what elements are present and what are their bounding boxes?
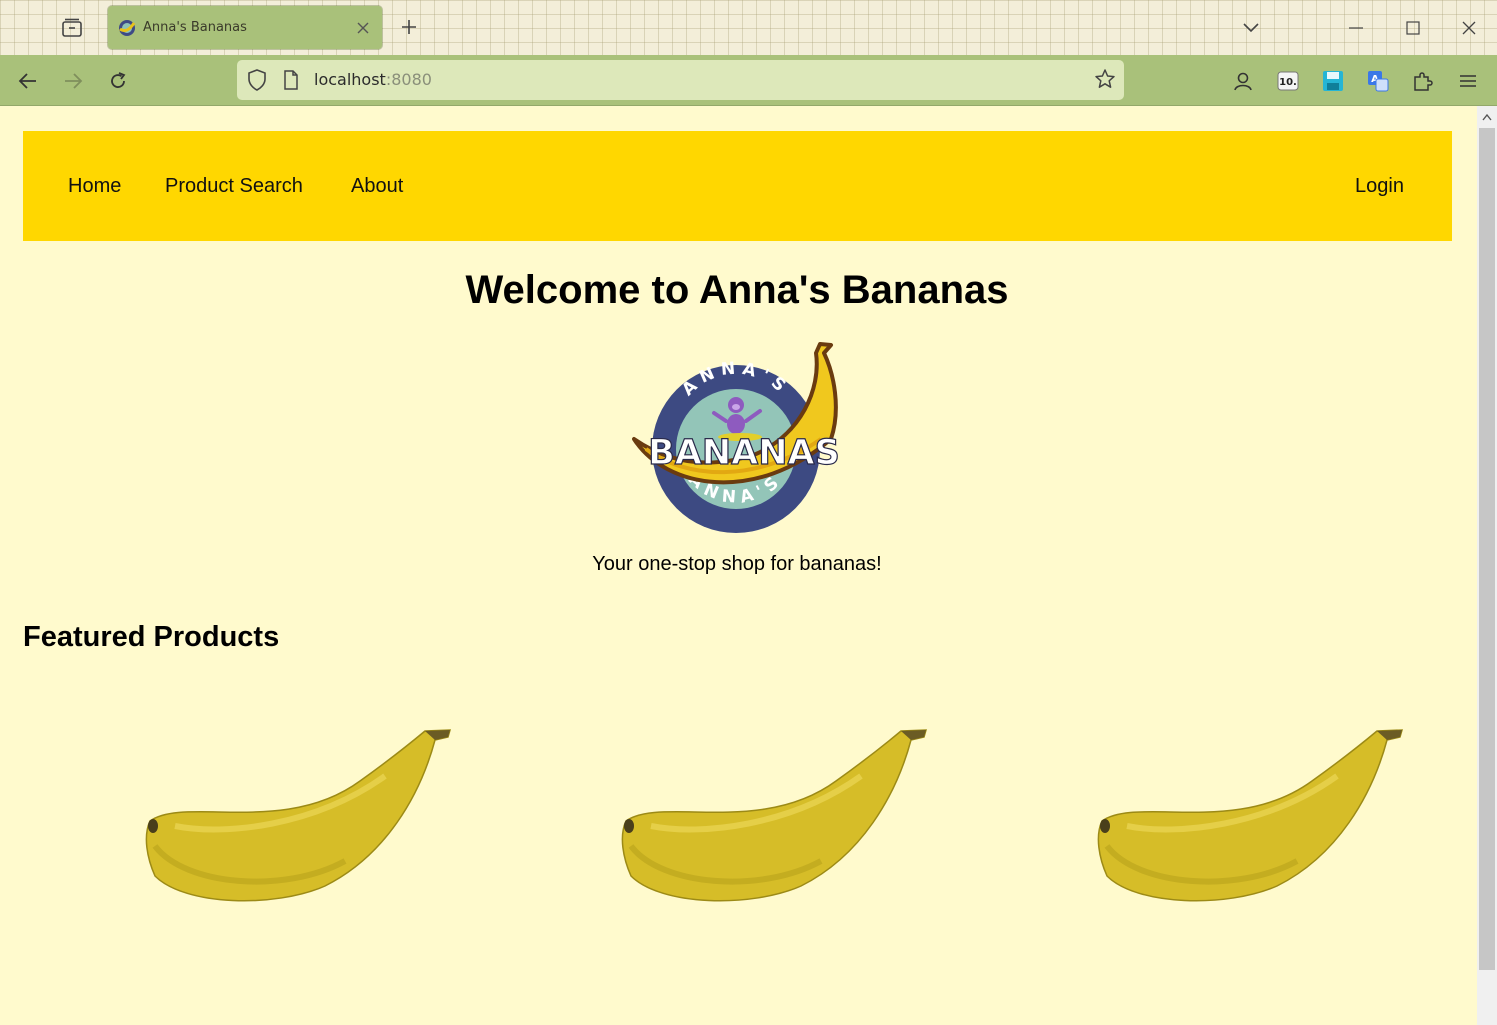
banana-product-image — [145, 729, 452, 902]
translate-extension-icon[interactable]: A — [1364, 67, 1392, 95]
ten-minute-mail-extension-icon[interactable]: 10. — [1274, 67, 1302, 95]
save-extension-icon[interactable] — [1319, 67, 1347, 95]
window-close-icon[interactable] — [1454, 13, 1484, 43]
featured-product-card[interactable] — [621, 726, 931, 906]
nav-login-link[interactable]: Login — [1355, 175, 1404, 198]
site-favicon-icon — [119, 19, 136, 36]
menu-hamburger-icon[interactable] — [1454, 67, 1482, 95]
back-icon[interactable] — [14, 67, 42, 95]
bookmark-star-icon[interactable] — [1094, 68, 1116, 90]
nav-product-search-link[interactable]: Product Search — [165, 175, 303, 198]
url-text[interactable]: localhost:8080 — [314, 70, 432, 89]
tagline: Your one-stop shop for bananas! — [592, 553, 882, 575]
forward-icon[interactable] — [59, 67, 87, 95]
browser-tab-active[interactable]: Anna's Bananas — [108, 6, 382, 49]
account-icon[interactable] — [1229, 67, 1257, 95]
scroll-up-arrow-icon[interactable] — [1477, 106, 1497, 128]
reload-icon[interactable] — [104, 67, 132, 95]
tab-title: Anna's Bananas — [143, 20, 247, 35]
featured-product-card[interactable] — [145, 726, 455, 906]
site-navbar: Home Product Search About Login — [23, 131, 1452, 241]
nav-about-link[interactable]: About — [351, 175, 403, 198]
shield-icon[interactable] — [247, 69, 267, 91]
page-viewport: Home Product Search About Login Welcome … — [0, 106, 1477, 1025]
nav-home-link[interactable]: Home — [68, 175, 121, 198]
svg-text:BANANAS: BANANAS — [648, 433, 840, 473]
svg-text:10.: 10. — [1279, 77, 1297, 88]
extensions-puzzle-icon[interactable] — [1409, 67, 1437, 95]
banana-product-image — [621, 729, 928, 902]
page-info-icon[interactable] — [283, 70, 299, 90]
featured-product-card[interactable] — [1097, 726, 1407, 906]
url-port: :8080 — [385, 70, 432, 89]
url-host: localhost — [314, 70, 386, 89]
minimize-icon[interactable] — [1341, 13, 1371, 43]
new-tab-icon[interactable] — [397, 15, 421, 39]
tab-list-icon[interactable] — [60, 16, 84, 40]
annas-bananas-logo: ANNA'S ANNA'S BANANAS — [632, 342, 840, 533]
browser-toolbar: localhost:8080 10. A — [0, 55, 1497, 106]
page-title: Welcome to Anna's Bananas — [465, 268, 1009, 312]
chevron-down-icon[interactable] — [1236, 13, 1266, 43]
browser-tab-strip: Anna's Bananas — [0, 0, 1497, 55]
scrollbar-thumb[interactable] — [1479, 128, 1495, 970]
banana-product-image — [1097, 729, 1404, 902]
featured-products-heading: Featured Products — [23, 621, 280, 653]
address-bar[interactable]: localhost:8080 — [237, 60, 1124, 100]
vertical-scrollbar[interactable] — [1477, 106, 1497, 1025]
maximize-icon[interactable] — [1398, 13, 1428, 43]
close-tab-icon[interactable] — [348, 13, 378, 43]
